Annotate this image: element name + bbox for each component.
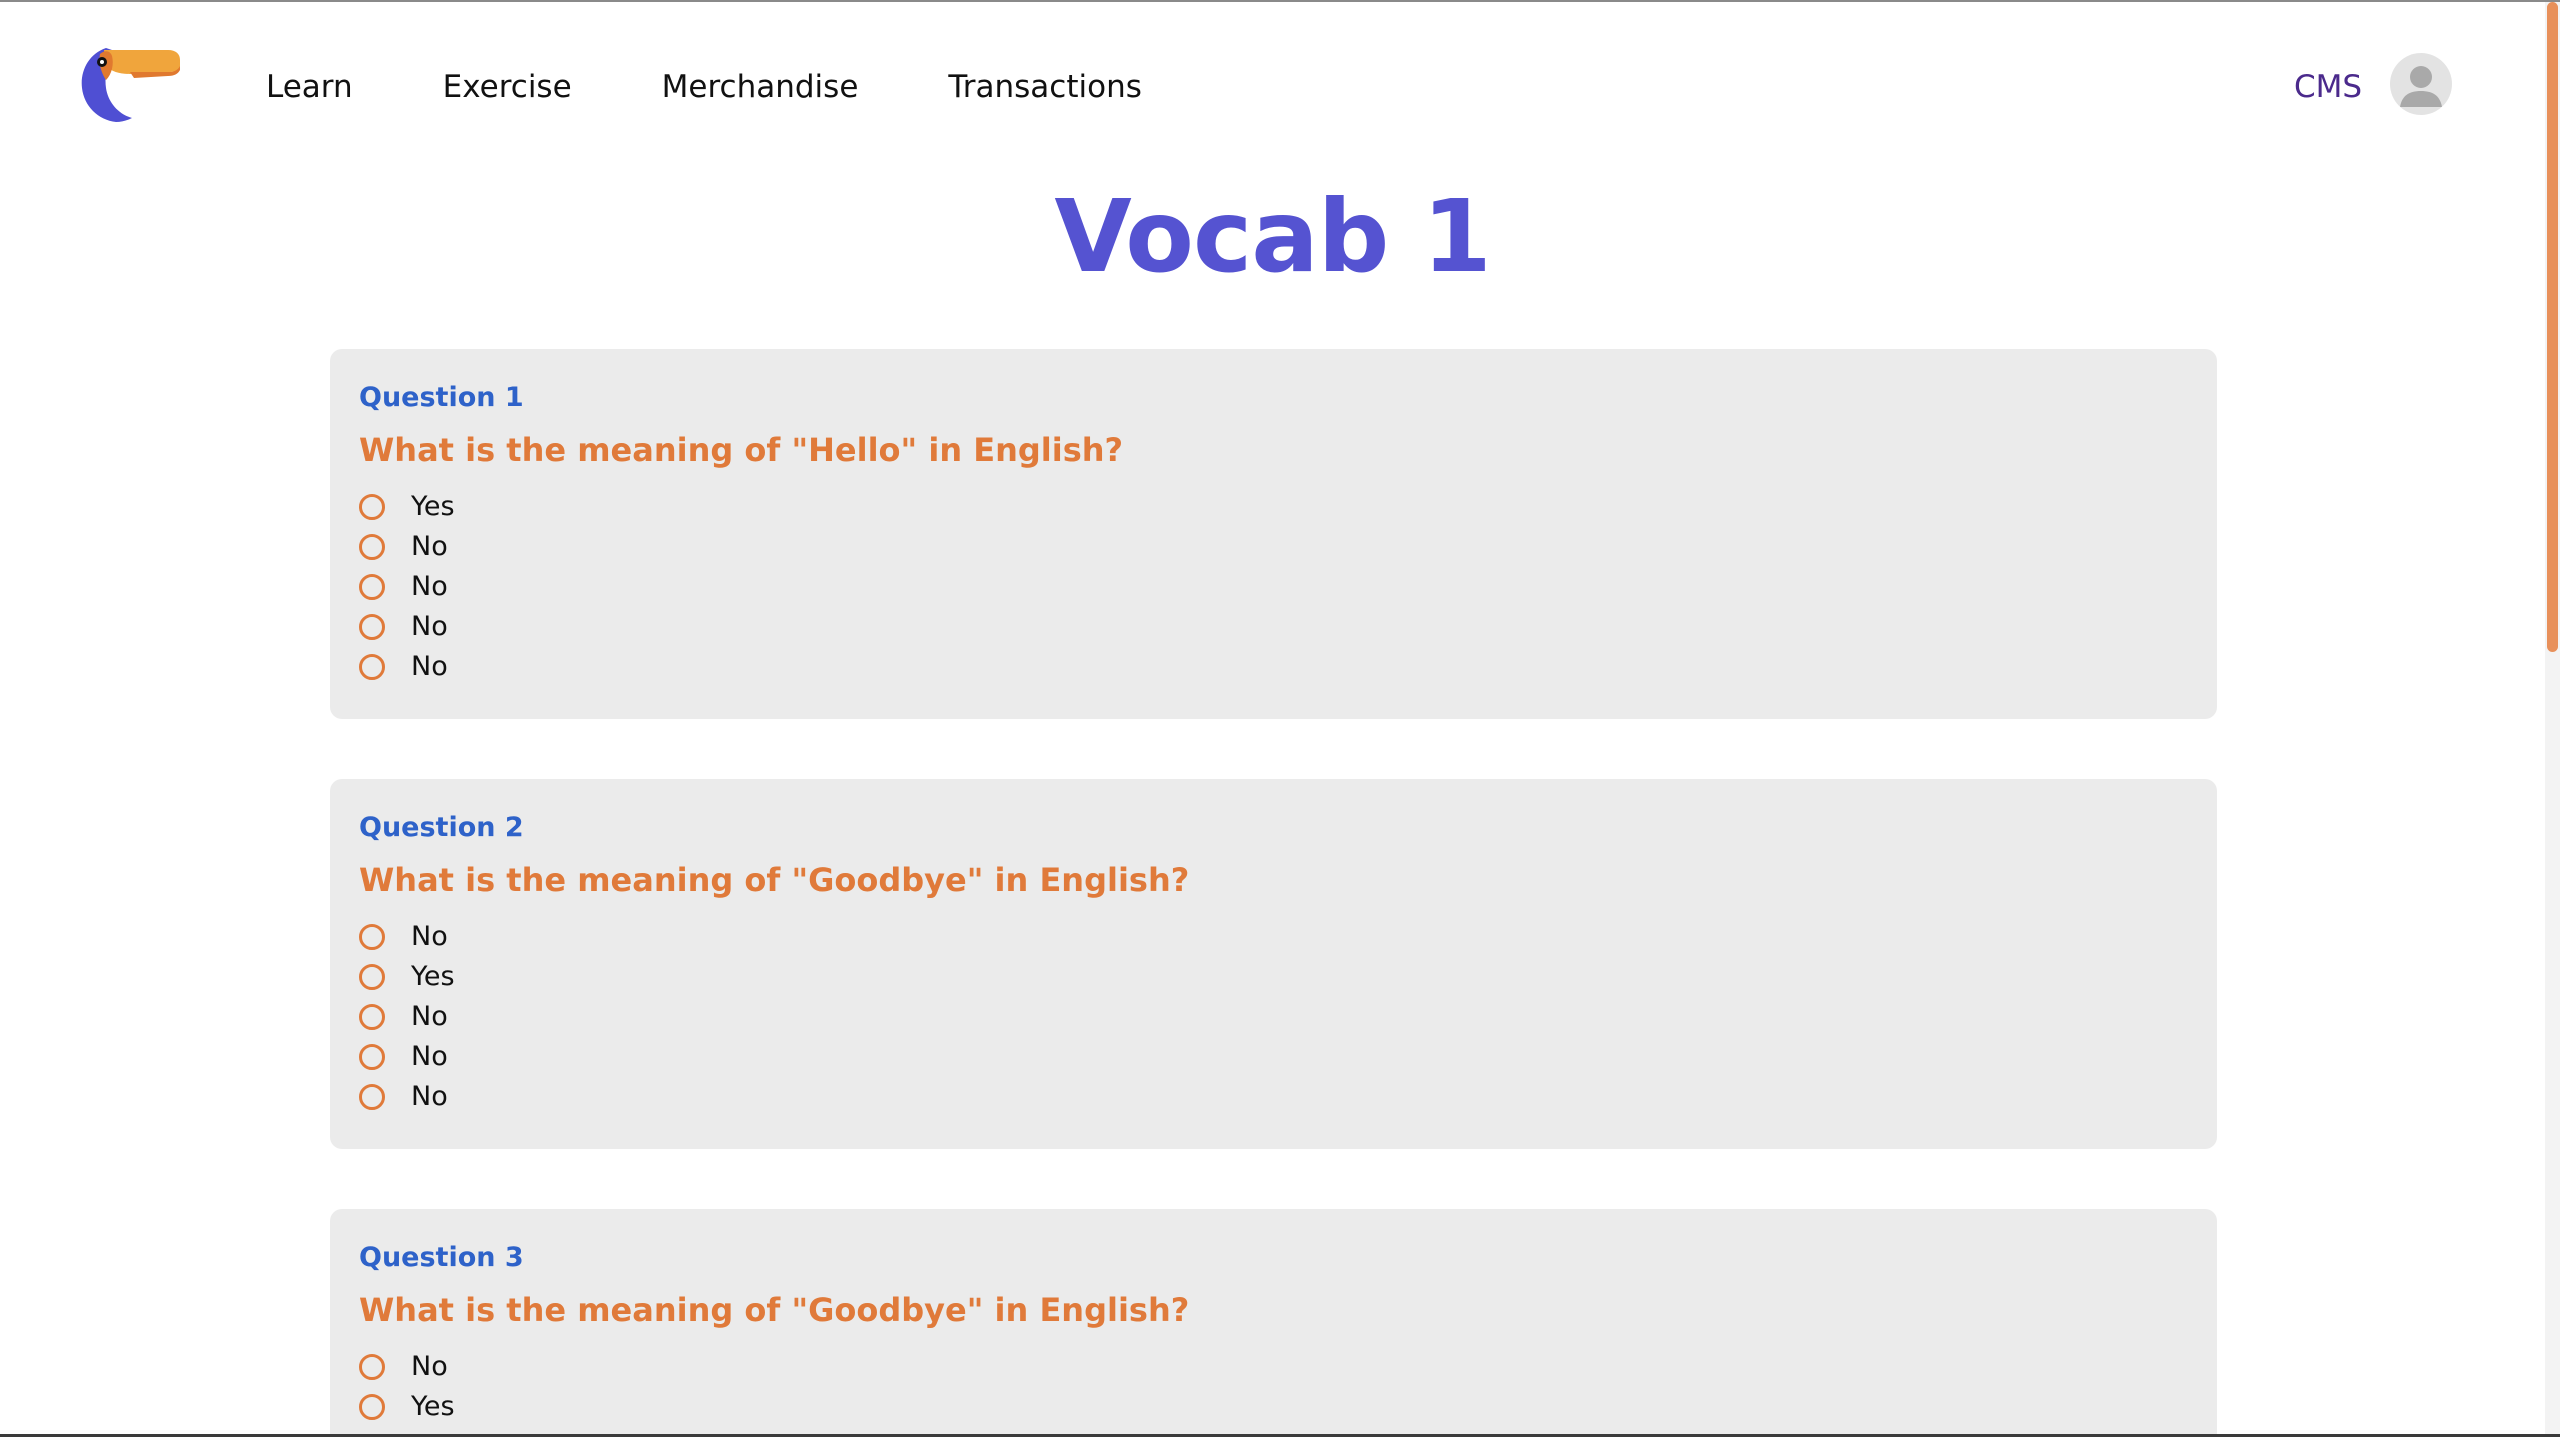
- nav-link-exercise[interactable]: Exercise: [443, 64, 572, 110]
- answer-option[interactable]: Yes: [359, 957, 455, 997]
- main-nav: Learn Exercise Merchandise Transactions: [266, 64, 1232, 110]
- answer-option-label: Yes: [411, 961, 455, 992]
- radio-unchecked-icon[interactable]: [359, 1044, 385, 1070]
- radio-unchecked-icon[interactable]: [359, 1084, 385, 1110]
- answer-option-label: No: [411, 921, 448, 952]
- answer-option-label: Yes: [411, 491, 455, 522]
- answer-option-label: No: [411, 571, 448, 602]
- radio-unchecked-icon[interactable]: [359, 654, 385, 680]
- user-avatar-icon[interactable]: [2390, 53, 2452, 115]
- question-text: What is the meaning of "Goodbye" in Engl…: [359, 1291, 1190, 1329]
- page-title: Vocab 1: [1054, 178, 1491, 295]
- answer-option[interactable]: No: [359, 607, 455, 647]
- question-card: Question 3 What is the meaning of "Goodb…: [330, 1209, 2217, 1437]
- answer-options: No Yes: [359, 1347, 455, 1427]
- answer-option[interactable]: No: [359, 647, 455, 687]
- answer-option[interactable]: No: [359, 1037, 455, 1077]
- top-navbar: Learn Exercise Merchandise Transactions …: [0, 0, 2545, 170]
- radio-unchecked-icon[interactable]: [359, 1004, 385, 1030]
- answer-option[interactable]: No: [359, 1077, 455, 1117]
- answer-options: Yes No No No No: [359, 487, 455, 687]
- answer-option[interactable]: No: [359, 527, 455, 567]
- question-text: What is the meaning of "Goodbye" in Engl…: [359, 861, 1190, 899]
- radio-unchecked-icon[interactable]: [359, 1354, 385, 1380]
- toucan-logo-icon[interactable]: [78, 44, 180, 124]
- answer-option-label: No: [411, 1041, 448, 1072]
- answer-option[interactable]: No: [359, 997, 455, 1037]
- radio-unchecked-icon[interactable]: [359, 924, 385, 950]
- radio-unchecked-icon[interactable]: [359, 534, 385, 560]
- radio-unchecked-icon[interactable]: [359, 494, 385, 520]
- answer-option-label: Yes: [411, 1391, 455, 1422]
- answer-option[interactable]: No: [359, 917, 455, 957]
- question-number: Question 3: [359, 1242, 524, 1273]
- radio-unchecked-icon[interactable]: [359, 1394, 385, 1420]
- radio-unchecked-icon[interactable]: [359, 574, 385, 600]
- answer-option-label: No: [411, 1081, 448, 1112]
- question-number: Question 2: [359, 812, 524, 843]
- answer-option[interactable]: Yes: [359, 1387, 455, 1427]
- nav-link-merchandise[interactable]: Merchandise: [662, 64, 859, 110]
- answer-option-label: No: [411, 531, 448, 562]
- answer-option-label: No: [411, 651, 448, 682]
- nav-link-transactions[interactable]: Transactions: [948, 64, 1142, 110]
- answer-option-label: No: [411, 1001, 448, 1032]
- cms-link[interactable]: CMS: [2294, 64, 2362, 110]
- answer-option-label: No: [411, 611, 448, 642]
- nav-link-learn[interactable]: Learn: [266, 64, 353, 110]
- radio-unchecked-icon[interactable]: [359, 964, 385, 990]
- question-card: Question 2 What is the meaning of "Goodb…: [330, 779, 2217, 1149]
- question-number: Question 1: [359, 382, 524, 413]
- page-scrollbar-thumb[interactable]: [2547, 2, 2558, 652]
- answer-option[interactable]: No: [359, 567, 455, 607]
- radio-unchecked-icon[interactable]: [359, 614, 385, 640]
- question-card: Question 1 What is the meaning of "Hello…: [330, 349, 2217, 719]
- answer-option-label: No: [411, 1351, 448, 1382]
- answer-option[interactable]: Yes: [359, 487, 455, 527]
- question-text: What is the meaning of "Hello" in Englis…: [359, 431, 1124, 469]
- answer-option[interactable]: No: [359, 1347, 455, 1387]
- answer-options: No Yes No No No: [359, 917, 455, 1117]
